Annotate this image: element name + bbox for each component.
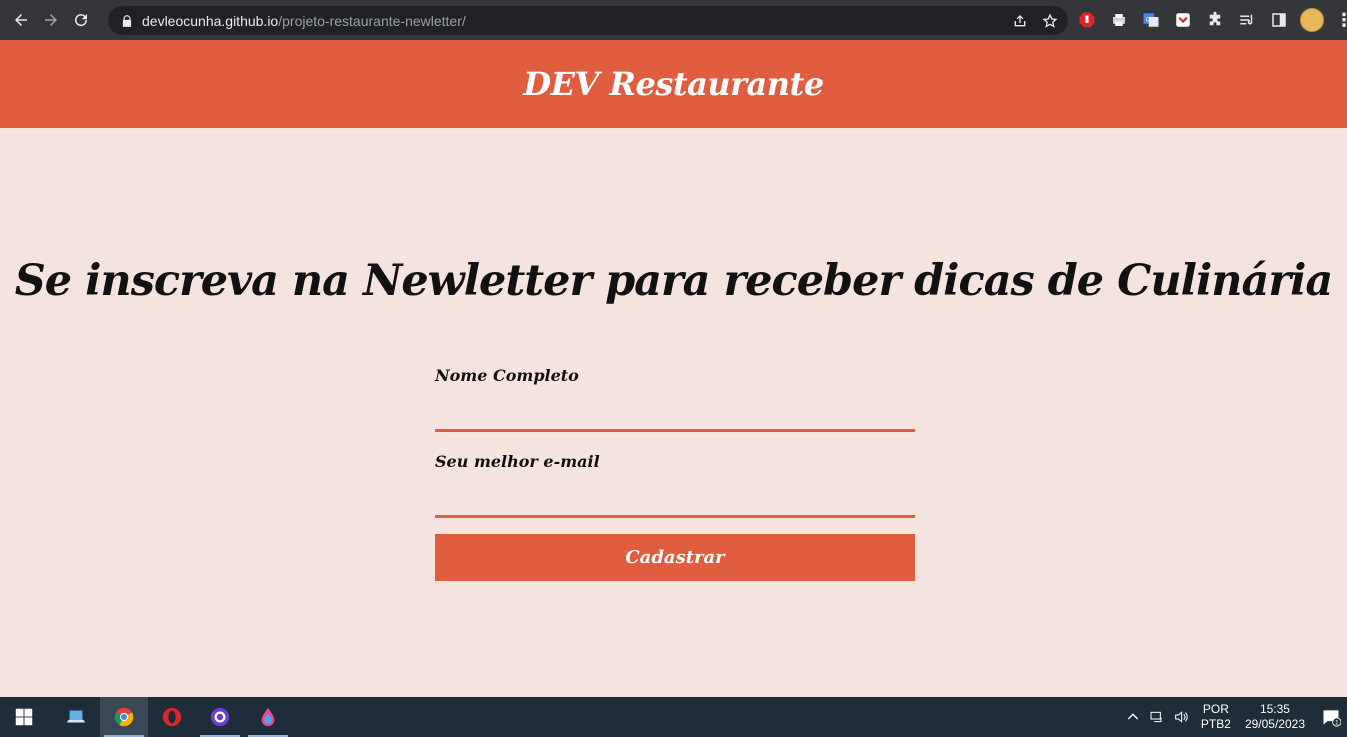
newsletter-form: Nome Completo Seu melhor e-mail Cadastra… (435, 360, 915, 581)
taskbar-drop-app[interactable] (244, 697, 292, 737)
taskbar: POR PTB2 15:35 29/05/2023 1 (0, 697, 1347, 737)
notification-icon: 1 (1323, 710, 1341, 727)
browser-menu-icon[interactable]: ⋮ (1334, 10, 1347, 31)
google-translate-extension-icon[interactable]: G (1140, 9, 1162, 31)
taskbar-laptop-app[interactable] (52, 697, 100, 737)
name-label: Nome Completo (435, 366, 579, 385)
adblock-extension-icon[interactable] (1076, 9, 1098, 31)
share-icon[interactable] (1012, 13, 1028, 29)
start-button[interactable] (0, 697, 48, 737)
lock-icon (120, 14, 134, 28)
side-panel-icon[interactable] (1268, 9, 1290, 31)
extensions-area: G ⋮ (1076, 0, 1347, 40)
name-field[interactable] (435, 388, 915, 432)
system-tray: POR PTB2 15:35 29/05/2023 1 (1121, 697, 1347, 737)
puzzle-extensions-icon[interactable] (1204, 9, 1226, 31)
laptop-icon (66, 710, 86, 723)
url-host: devleocunha.github.io (142, 12, 279, 29)
printer-extension-icon[interactable] (1108, 9, 1130, 31)
url-text: devleocunha.github.io/projeto-restaurant… (142, 13, 466, 29)
language-code: POR (1202, 702, 1229, 716)
email-field[interactable] (435, 474, 915, 518)
reload-icon (75, 14, 88, 27)
browser-toolbar: devleocunha.github.io/projeto-restaurant… (0, 0, 1347, 40)
address-bar[interactable]: devleocunha.github.io/projeto-restaurant… (108, 6, 1068, 35)
svg-text:G: G (1146, 17, 1151, 24)
clock-date: 29/05/2023 (1244, 717, 1305, 731)
notification-center-button[interactable]: 1 (1315, 707, 1347, 727)
notification-count: 1 (1335, 720, 1339, 727)
chevron-up-icon[interactable] (1121, 709, 1145, 725)
forward-button[interactable] (36, 0, 66, 40)
page-title: Se inscreva na Newletter para receber di… (14, 256, 1334, 306)
back-button[interactable] (6, 0, 36, 40)
reload-button[interactable] (66, 0, 96, 40)
taskbar-github-desktop-app[interactable] (196, 697, 244, 737)
taskbar-chrome-app[interactable] (100, 697, 148, 737)
submit-button[interactable]: Cadastrar (435, 534, 915, 581)
volume-icon[interactable] (1169, 709, 1193, 725)
drop-icon (261, 707, 275, 727)
chrome-icon (114, 707, 134, 727)
network-icon[interactable] (1145, 709, 1169, 725)
pocket-extension-icon[interactable] (1172, 9, 1194, 31)
opera-icon (162, 707, 182, 727)
input-language[interactable]: POR PTB2 (1201, 702, 1231, 732)
taskbar-opera-app[interactable] (148, 697, 196, 737)
site-title: DEV Restaurante (523, 65, 824, 103)
email-label: Seu melhor e-mail (435, 452, 600, 471)
arrow-right-icon (45, 14, 57, 26)
clock[interactable]: 15:35 29/05/2023 (1245, 702, 1305, 732)
keyboard-layout: PTB2 (1200, 717, 1231, 731)
windows-start-icon (15, 708, 33, 726)
clock-time: 15:35 (1259, 702, 1290, 716)
github-desktop-icon (210, 707, 230, 727)
arrow-left-icon (15, 14, 27, 26)
profile-avatar[interactable] (1300, 8, 1324, 32)
bookmark-star-icon[interactable] (1042, 12, 1058, 29)
media-queue-icon[interactable] (1236, 9, 1258, 31)
site-header: DEV Restaurante (0, 40, 1347, 128)
url-path: /projeto-restaurante-newletter/ (278, 12, 466, 29)
